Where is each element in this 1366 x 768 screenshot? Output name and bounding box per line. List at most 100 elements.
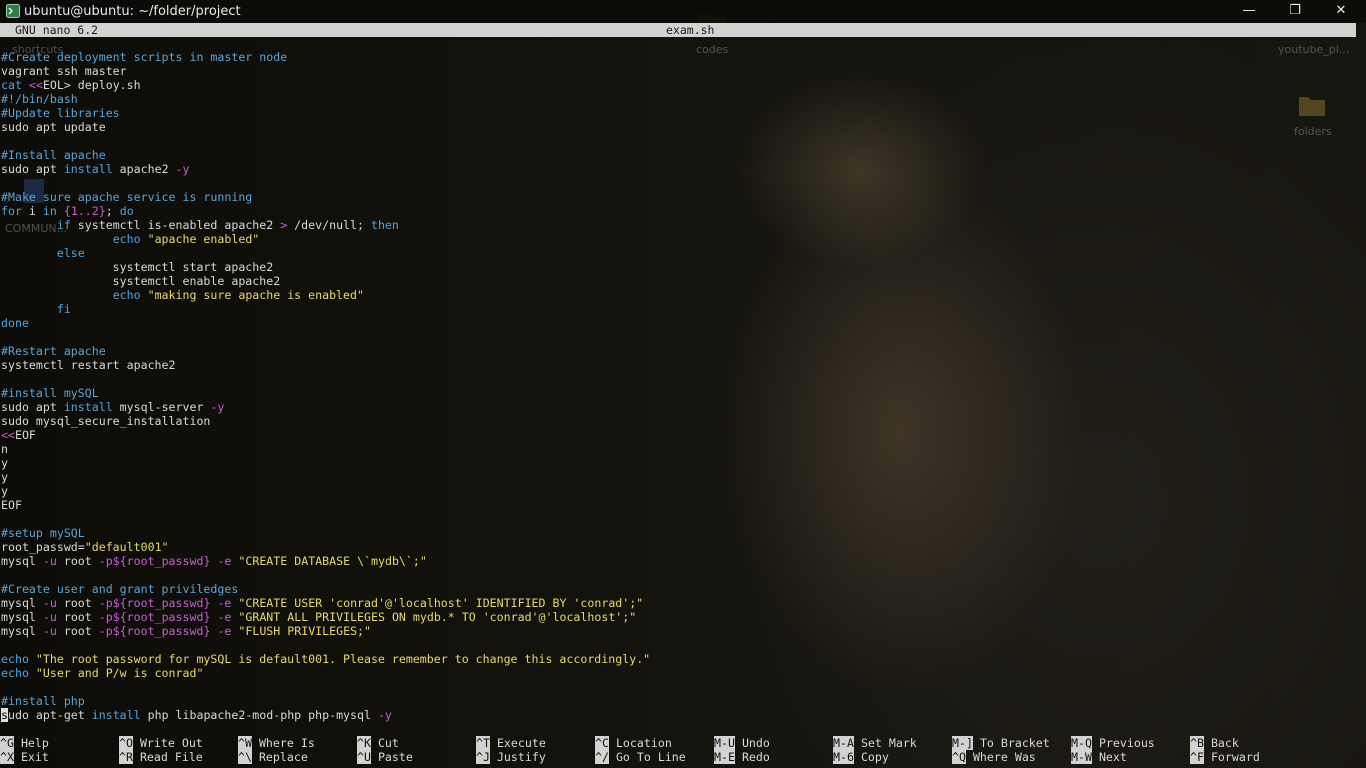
shortcut-key: ^J — [476, 750, 490, 764]
shortcut-label: Go To Line — [615, 750, 686, 764]
shortcut-spacer — [1092, 750, 1099, 764]
code-token: << — [1, 428, 15, 442]
shortcut-key: M-] — [952, 736, 973, 750]
shortcut-write-out[interactable]: ^O Write Out — [119, 736, 203, 750]
code-line: #Create user and grant priviledges — [1, 582, 1356, 596]
code-token: #Install apache — [1, 148, 106, 162]
shortcut-key: ^Q — [952, 750, 966, 764]
shortcut-key: M-A — [833, 736, 854, 750]
code-line: echo "making sure apache is enabled" — [1, 288, 1356, 302]
code-line: for i in {1..2}; do — [1, 204, 1356, 218]
shortcut-next[interactable]: M-W Next — [1071, 750, 1127, 764]
code-token: vagrant ssh master — [1, 64, 127, 78]
code-token: "apache enabled" — [147, 232, 260, 246]
code-line: else — [1, 246, 1356, 260]
shortcut-paste[interactable]: ^U Paste — [357, 750, 413, 764]
code-token: -e — [217, 610, 232, 624]
shortcut-location[interactable]: ^C Location — [595, 736, 672, 750]
code-token: #Create user and grant priviledges — [1, 582, 239, 596]
code-line: #Update libraries — [1, 106, 1356, 120]
shortcut-key: ^T — [476, 736, 490, 750]
code-token: install — [63, 400, 113, 414]
shortcut-label: Redo — [741, 750, 770, 764]
code-token: mysql-server — [112, 400, 211, 414]
shortcut-previous[interactable]: M-Q Previous — [1071, 736, 1155, 750]
code-line: mysql -u root -p${root_passwd} -e "GRANT… — [1, 610, 1356, 624]
code-token: "FLUSH PRIVILEGES;" — [238, 624, 372, 638]
shortcut-where-is[interactable]: ^W Where Is — [238, 736, 315, 750]
code-token: #Restart apache — [1, 344, 106, 358]
shortcut-spacer — [252, 750, 259, 764]
shortcut-justify[interactable]: ^J Justify — [476, 750, 546, 764]
code-token: for — [1, 204, 22, 218]
shortcut-back[interactable]: ^B Back — [1190, 736, 1239, 750]
shortcut-spacer — [490, 750, 497, 764]
shortcut-to-bracket[interactable]: M-] To Bracket — [952, 736, 1050, 750]
shortcut-execute[interactable]: ^T Execute — [476, 736, 546, 750]
shortcut-key: M-W — [1071, 750, 1092, 764]
code-token: "CREATE USER 'conrad'@'localhost' IDENTI… — [238, 596, 644, 610]
code-token: -u — [42, 554, 57, 568]
code-token: EOL> deploy.sh — [42, 78, 141, 92]
editor-text-area[interactable]: #Create deployment scripts in master nod… — [1, 50, 1356, 722]
shortcut-exit[interactable]: ^X Exit — [0, 750, 49, 764]
shortcut-read-file[interactable]: ^R Read File — [119, 750, 203, 764]
shortcut-undo[interactable]: M-U Undo — [714, 736, 770, 750]
shortcut-spacer — [609, 736, 616, 750]
code-line: #Create deployment scripts in master nod… — [1, 50, 1356, 64]
code-token: -u — [42, 610, 57, 624]
shortcut-label: Read File — [139, 750, 203, 764]
shortcut-go-to-line[interactable]: ^/ Go To Line — [595, 750, 686, 764]
minimize-button[interactable]: — — [1226, 0, 1272, 23]
code-token: -y — [210, 400, 225, 414]
shortcut-copy[interactable]: M-6 Copy — [833, 750, 889, 764]
code-token: mysql — [1, 554, 43, 568]
code-line: done — [1, 316, 1356, 330]
code-token: sudo apt — [1, 162, 64, 176]
code-token: "User and P/w is conrad" — [35, 666, 204, 680]
code-token: "CREATE DATABASE \`mydb\`;" — [238, 554, 427, 568]
shortcut-label: Where Is — [258, 736, 315, 750]
maximize-button[interactable]: ❐ — [1272, 0, 1318, 23]
code-line: n — [1, 442, 1356, 456]
shortcut-spacer — [490, 736, 497, 750]
code-line: mysql -u root -p${root_passwd} -e "CREAT… — [1, 596, 1356, 610]
shortcut-redo[interactable]: M-E Redo — [714, 750, 770, 764]
code-token: ; — [105, 204, 120, 218]
code-token: echo — [112, 288, 141, 302]
close-button[interactable]: ✕ — [1318, 0, 1364, 23]
code-token: -p — [98, 596, 113, 610]
code-line: #install mySQL — [1, 386, 1356, 400]
shortcut-set-mark[interactable]: M-A Set Mark — [833, 736, 917, 750]
code-token: systemctl restart apache2 — [1, 358, 176, 372]
shortcut-replace[interactable]: ^\ Replace — [238, 750, 308, 764]
code-token: php libapache2-mod-php php-mysql — [140, 708, 378, 722]
shortcut-label: Help — [20, 736, 49, 750]
shortcut-where-was[interactable]: ^Q Where Was — [952, 750, 1036, 764]
code-token: install — [63, 162, 113, 176]
shortcut-spacer — [1204, 736, 1211, 750]
code-line: sudo apt update — [1, 120, 1356, 134]
code-token: sudo apt — [1, 400, 64, 414]
shortcut-help[interactable]: ^G Help — [0, 736, 49, 750]
code-token: -u — [42, 624, 57, 638]
code-token: do — [119, 204, 134, 218]
code-token: install — [91, 708, 141, 722]
code-line: #install php — [1, 694, 1356, 708]
code-token: "default001" — [84, 540, 169, 554]
code-token: #Update libraries — [1, 106, 120, 120]
shortcut-forward[interactable]: ^F Forward — [1190, 750, 1260, 764]
code-line: mysql -u root -p${root_passwd} -e "FLUSH… — [1, 624, 1356, 638]
shortcut-cut[interactable]: ^K Cut — [357, 736, 399, 750]
code-token: else — [56, 246, 85, 260]
